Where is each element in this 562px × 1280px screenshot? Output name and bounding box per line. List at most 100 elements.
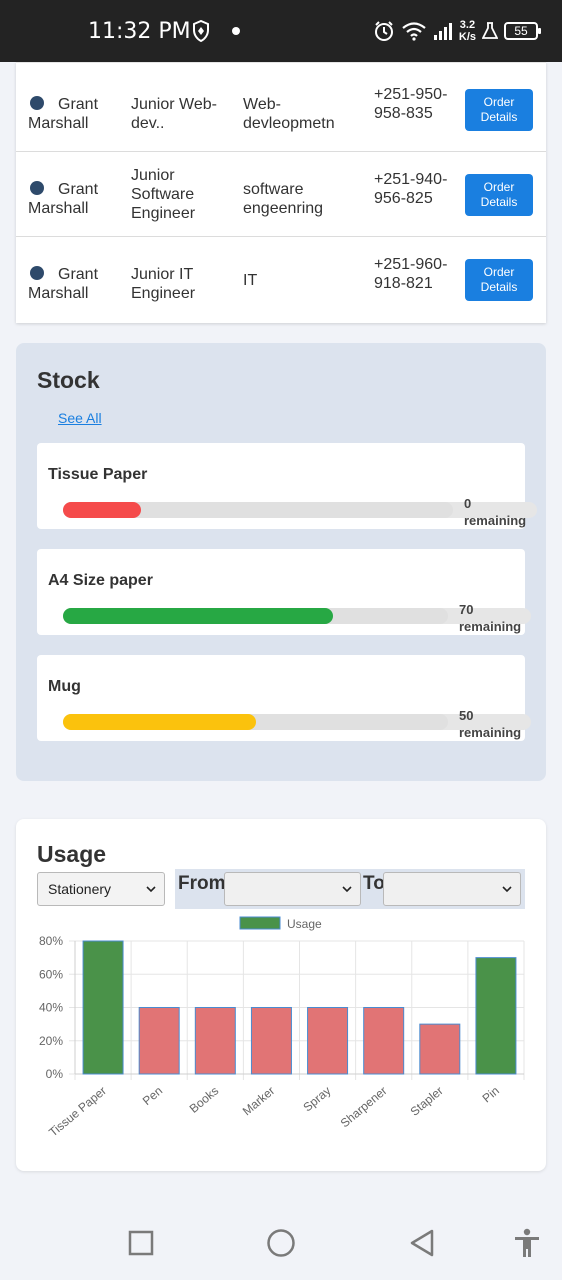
stock-remaining-word: remaining xyxy=(459,725,522,740)
status-bar: 11:32 PM 3.2 K/s 55 xyxy=(0,0,562,62)
employee-department: Web-devleopmetn xyxy=(243,96,335,132)
employee-department: software engeenring xyxy=(243,181,324,217)
employee-name: Grant Marshall xyxy=(28,95,138,133)
x-tick-label: Pen xyxy=(140,1084,165,1108)
from-date-select[interactable] xyxy=(224,872,361,906)
category-select[interactable]: Stationery xyxy=(37,872,165,906)
x-tick-label: Marker xyxy=(240,1084,278,1119)
stock-remaining-value: 0 xyxy=(464,496,472,511)
stock-item-name: A4 Size paper xyxy=(48,572,153,589)
stock-remaining: 50 remaining xyxy=(459,707,521,741)
employee-title: Junior Web-dev.. xyxy=(131,96,217,132)
avatar xyxy=(30,181,44,195)
x-tick-label: Books xyxy=(187,1084,222,1116)
alarm-icon xyxy=(374,21,393,41)
y-tick-label: 80% xyxy=(39,934,63,948)
bar xyxy=(475,957,517,1075)
employee-last-name: Marshall xyxy=(28,200,89,217)
employee-first-name: Grant xyxy=(58,266,99,283)
recent-apps-icon[interactable] xyxy=(128,1230,154,1256)
bar xyxy=(419,1023,461,1075)
order-details-button[interactable]: Order Details xyxy=(465,174,533,216)
stock-progress-bar xyxy=(63,608,448,624)
category-select-value: Stationery xyxy=(48,881,112,897)
x-tick-label: Tissue Paper xyxy=(46,1084,109,1140)
stock-remaining-word: remaining xyxy=(464,513,527,528)
stock-item: Tissue Paper 0 remaining xyxy=(37,443,537,529)
employee-phone: +251-950-958-835 xyxy=(374,86,448,122)
avatar xyxy=(30,266,44,280)
employee-phone: +251-940-956-825 xyxy=(374,171,448,207)
stock-progress-bar xyxy=(63,714,448,730)
usage-title: Usage xyxy=(37,841,107,867)
employee-first-name: Grant xyxy=(58,181,99,198)
stock-remaining-value: 70 xyxy=(459,602,474,617)
stock-remaining-word: remaining xyxy=(459,619,522,634)
employee-last-name: Marshall xyxy=(28,285,89,302)
stock-progress-fill xyxy=(63,608,333,624)
table-row: Grant Marshall Junior Web-dev.. Web-devl… xyxy=(16,67,546,152)
stock-progress-fill xyxy=(63,502,141,518)
to-label: To xyxy=(363,873,385,894)
network-speed-unit: K/s xyxy=(458,31,476,43)
employee-first-name: Grant xyxy=(58,96,99,113)
employee-title: Junior Software Engineer xyxy=(131,167,196,222)
see-all-link[interactable]: See All xyxy=(58,410,102,426)
usage-bar-chart: Usage 0% 20% 40% 60% 80% Tissue Paper Pen Books M… xyxy=(39,916,525,1140)
employee-name: Grant Marshall xyxy=(28,180,138,218)
table-row: Grant Marshall Junior Software Engineer … xyxy=(16,152,546,237)
legend-swatch xyxy=(239,916,281,930)
employee-title: Junior IT Engineer xyxy=(131,266,196,302)
back-icon[interactable] xyxy=(408,1228,436,1258)
employee-department: IT xyxy=(243,272,258,289)
employee-last-name: Marshall xyxy=(28,115,89,132)
stock-item-name: Tissue Paper xyxy=(48,466,148,483)
bar xyxy=(138,1007,180,1075)
notification-dot-icon xyxy=(232,27,240,35)
y-tick-label: 0% xyxy=(46,1067,64,1081)
x-tick-label: Stapler xyxy=(408,1084,446,1119)
flask-icon xyxy=(482,22,498,39)
bar xyxy=(194,1007,236,1075)
chevron-down-icon xyxy=(342,886,352,893)
home-icon[interactable] xyxy=(266,1228,296,1258)
signal-icon xyxy=(433,23,452,40)
status-time: 11:32 PM xyxy=(88,19,191,44)
stock-progress-bar xyxy=(63,502,453,518)
order-details-button[interactable]: Order Details xyxy=(465,259,533,301)
table-row: Grant Marshall Junior IT Engineer IT +25… xyxy=(16,237,546,322)
navigation-bar xyxy=(0,1200,562,1280)
shield-icon xyxy=(193,20,209,42)
battery-icon: 55 xyxy=(504,22,541,40)
stock-item: A4 Size paper 70 remaining xyxy=(37,549,531,635)
employee-name: Grant Marshall xyxy=(28,265,138,303)
stock-item: Mug 50 remaining xyxy=(37,655,531,741)
x-tick-label: Sharpener xyxy=(338,1084,390,1131)
stock-progress-fill xyxy=(63,714,256,730)
y-tick-label: 20% xyxy=(39,1034,63,1048)
employee-table: Grant Marshall Junior Web-dev.. Web-devl… xyxy=(16,62,546,323)
stock-panel: Stock See All Tissue Paper 0 remaining A… xyxy=(16,343,546,781)
network-speed-value: 3.2 xyxy=(459,19,476,31)
legend-label: Usage xyxy=(287,917,322,931)
avatar xyxy=(30,96,44,110)
network-speed: 3.2 K/s xyxy=(459,19,476,43)
order-details-button[interactable]: Order Details xyxy=(465,89,533,131)
y-tick-label: 40% xyxy=(39,1001,63,1015)
to-date-select[interactable] xyxy=(383,872,521,906)
chevron-down-icon xyxy=(502,886,512,893)
usage-panel: Usage Stationery From To Usage 0% 20% 40% 60… xyxy=(16,819,546,1171)
y-tick-label: 60% xyxy=(39,967,63,981)
accessibility-icon[interactable] xyxy=(513,1228,541,1258)
from-label: From xyxy=(178,873,226,894)
bar xyxy=(363,1007,405,1075)
x-tick-label: Spray xyxy=(300,1084,333,1115)
bar xyxy=(82,940,124,1075)
employee-phone: +251-960-918-821 xyxy=(374,256,448,292)
stock-remaining-value: 50 xyxy=(459,708,474,723)
x-tick-label: Pin xyxy=(480,1084,502,1106)
chevron-down-icon xyxy=(146,886,156,893)
battery-level: 55 xyxy=(514,24,528,38)
stock-title: Stock xyxy=(37,367,100,393)
bar xyxy=(307,1007,349,1075)
